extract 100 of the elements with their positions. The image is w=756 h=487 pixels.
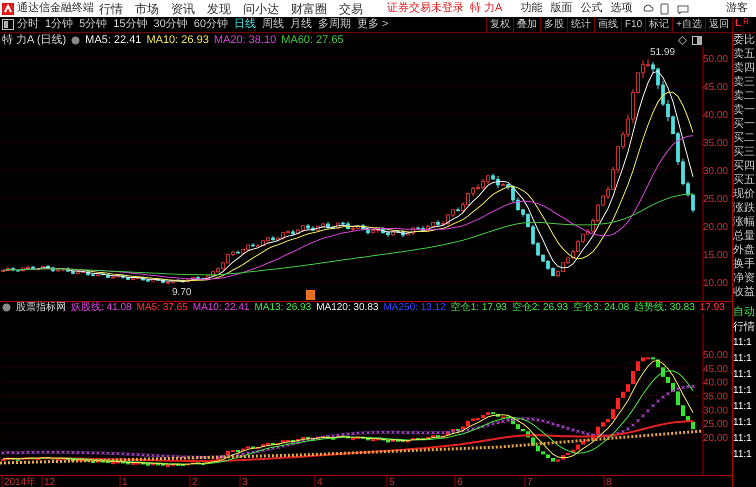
indicator-tick: 20.00	[702, 433, 728, 444]
panel-toggle-icon[interactable]	[2, 19, 14, 30]
period-tab[interactable]: 5分钟	[76, 16, 110, 33]
period-tab[interactable]: 60分钟	[190, 16, 231, 33]
period-tab[interactable]: 分时	[14, 16, 42, 33]
date-tick: 1	[122, 477, 128, 487]
quote-label: 买五	[733, 173, 756, 187]
price-tick: 15.00	[702, 250, 728, 261]
price-tick: 10.00	[702, 278, 728, 289]
date-tick: 3	[242, 477, 248, 487]
quote-label: 买一	[733, 117, 756, 131]
trade-time: 11:1	[733, 368, 753, 382]
period-tab[interactable]: 30分钟	[150, 16, 191, 33]
price-tick: 50.00	[702, 54, 728, 65]
price-tick: 45.00	[702, 82, 728, 93]
message-icon[interactable]	[677, 4, 690, 14]
trade-time: 11:1	[733, 416, 753, 430]
menu-item[interactable]: 市场	[129, 0, 165, 18]
ma-legend: MA20: 38.10	[214, 32, 276, 48]
quote-label: 买三	[733, 145, 756, 159]
app-title: 通达信金融终端	[17, 0, 93, 16]
toolbar-button[interactable]: +自选	[672, 17, 705, 32]
trade-time: 11:1	[733, 448, 753, 462]
date-tick: 8	[606, 477, 612, 487]
price-tick: 25.00	[702, 194, 728, 205]
menu-item[interactable]: 发现	[201, 0, 237, 18]
quote-label: 卖一	[733, 103, 756, 117]
menu-item[interactable]: 交易	[333, 0, 369, 18]
indicator-tick: 40.00	[702, 378, 728, 389]
menu-item[interactable]: 财富圈	[285, 0, 333, 18]
period-tab[interactable]: 更多 >	[354, 16, 392, 33]
period-tab[interactable]: 月线	[287, 16, 315, 33]
menu-item[interactable]: 资讯	[165, 0, 201, 18]
quote-label: 卖三	[733, 75, 756, 89]
menu-item[interactable]: 选项	[606, 0, 636, 17]
toolbar-button[interactable]: 多股	[540, 17, 567, 32]
period-tab[interactable]: 15分钟	[110, 16, 150, 33]
toolbar-button[interactable]: 画线	[594, 17, 621, 32]
period-tab[interactable]: 1分钟	[42, 16, 76, 33]
phone-icon[interactable]	[660, 2, 670, 14]
menu-item[interactable]: 行情	[93, 0, 129, 18]
toolbar-button[interactable]: F10	[620, 17, 646, 32]
date-tick: 2014年	[4, 477, 36, 487]
price-tick: 30.00	[702, 166, 728, 177]
menu-item[interactable]: 版面	[546, 0, 576, 17]
period-tab[interactable]: 多周期	[315, 16, 354, 33]
period-tab[interactable]: 周线	[259, 16, 287, 33]
period-tab[interactable]: 日线	[231, 16, 259, 33]
indicator-legend: MA13: 26.93	[254, 300, 312, 315]
ma-legend: MA5: 22.41	[85, 32, 142, 48]
mode-label[interactable]: 自动	[733, 305, 756, 320]
indicator-legend: 17.93	[700, 300, 725, 315]
trade-time: 11:1	[733, 384, 753, 398]
quote-label: 换手	[733, 257, 756, 271]
indicator-title: 股票指标网	[16, 300, 66, 315]
quote-label: 涨幅	[733, 215, 756, 229]
trade-time: 11:1	[733, 432, 753, 446]
trade-time: 11:1	[733, 352, 753, 366]
high-price-label: 51.99	[650, 47, 676, 58]
date-tick: 7	[527, 477, 533, 487]
quote-label: 总量	[733, 229, 756, 243]
date-tick: 5	[389, 477, 395, 487]
ma-legend: MA10: 26.93	[146, 32, 209, 48]
indicator-tick: 35.00	[702, 392, 728, 402]
settings-icon[interactable]	[71, 36, 80, 44]
indicator-tick: 45.00	[702, 364, 728, 375]
quote-label: 买四	[733, 159, 756, 173]
window-icon[interactable]	[692, 36, 702, 44]
indicator-legend: MA250: 13.12	[383, 300, 446, 315]
date-tick: 12	[44, 477, 56, 487]
indicator-tick: 25.00	[702, 419, 728, 430]
panel-tab[interactable]: R	[743, 17, 749, 26]
login-notice[interactable]: 证券交易未登录	[387, 0, 464, 17]
diamond-icon[interactable]	[678, 36, 687, 44]
toolbar-button[interactable]: 返回	[705, 17, 732, 32]
quote-label: 买二	[733, 131, 756, 145]
date-tick: 4	[317, 477, 323, 487]
date-tick: 2	[192, 477, 198, 487]
toolbar-button[interactable]: 复权	[486, 17, 513, 32]
toolbar-button[interactable]: 统计	[566, 17, 594, 32]
toolbar-button[interactable]: 标记	[645, 17, 672, 32]
trade-time: 11:1	[733, 336, 753, 350]
indicator-legend: MA120: 30.83	[316, 300, 378, 315]
cloud-icon[interactable]	[642, 3, 654, 14]
menu-item[interactable]: 问小达	[237, 0, 285, 18]
quote-label: 卖四	[733, 61, 756, 75]
quote-label: 委比	[733, 33, 756, 47]
stock-name: 特 力A	[470, 1, 502, 16]
menu-item[interactable]: 功能	[516, 0, 546, 17]
menu-item[interactable]: 公式	[576, 0, 606, 17]
date-tick: 6	[457, 477, 463, 487]
trade-time: 11:1	[733, 400, 753, 414]
collapse-icon[interactable]	[2, 303, 11, 312]
user-name[interactable]: 游客	[726, 0, 748, 17]
ma-legend: MA60: 27.65	[281, 32, 344, 48]
indicator-legend: 趋势线: 30.83	[634, 300, 695, 315]
toolbar-button[interactable]: 叠加	[512, 17, 540, 32]
event-marker-icon[interactable]	[306, 290, 315, 300]
indicator-legend: MA10: 22.41	[192, 300, 250, 315]
panel-tab[interactable]: L	[735, 17, 742, 31]
